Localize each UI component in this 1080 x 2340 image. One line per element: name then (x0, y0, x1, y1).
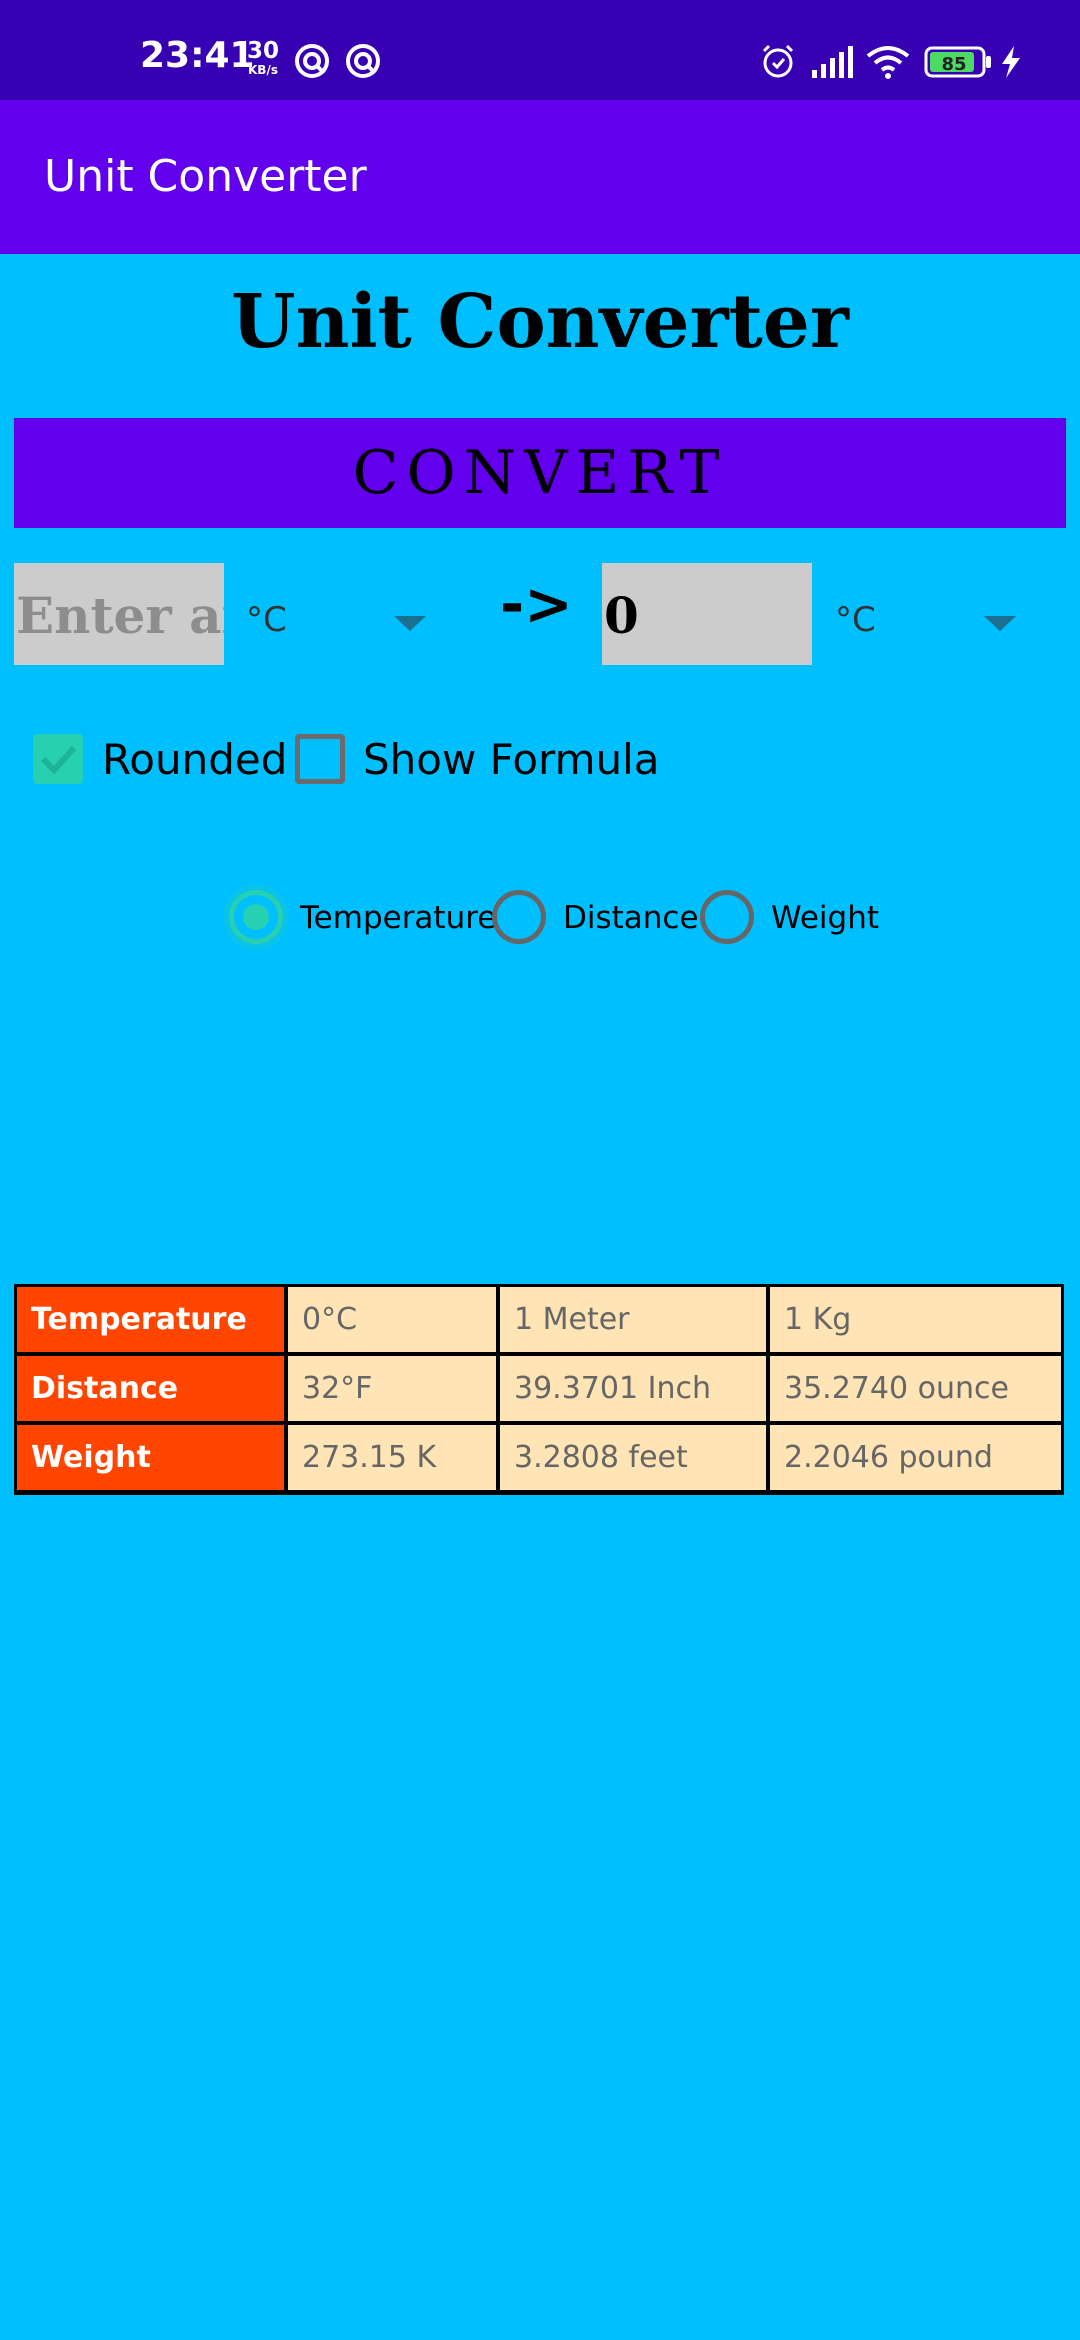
rounded-checkbox[interactable] (33, 734, 83, 784)
to-unit-spinner[interactable]: °C (835, 563, 1035, 665)
table-cell: 35.2740 ounce (770, 1356, 1061, 1421)
table-cell: 1 Meter (500, 1287, 766, 1352)
battery-level: 85 (941, 54, 966, 75)
wifi-icon (866, 46, 910, 79)
network-speed-value: 30 (246, 38, 279, 64)
dropdown-arrow-icon (394, 616, 426, 631)
radio-weight[interactable] (700, 890, 754, 944)
from-unit-value: °C (246, 600, 287, 640)
check-icon (40, 745, 77, 775)
table-cell: 3.2808 feet (500, 1425, 766, 1490)
to-value-output[interactable]: 0 (602, 563, 812, 665)
reference-table: Temperature 0°C 1 Meter 1 Kg Distance 32… (14, 1284, 1064, 1495)
show-formula-checkbox[interactable] (295, 734, 345, 784)
alarm-icon (762, 44, 794, 78)
convert-button[interactable]: CONVERT (14, 418, 1066, 528)
app-bar-title: Unit Converter (44, 151, 367, 202)
table-cell: 273.15 K (288, 1425, 496, 1490)
radio-distance[interactable] (492, 890, 546, 944)
table-cell: 32°F (288, 1356, 496, 1421)
radio-dot (243, 904, 269, 930)
radio-label-distance[interactable]: Distance (563, 900, 699, 936)
from-unit-spinner[interactable]: °C (246, 563, 446, 665)
table-row-header: Temperature (17, 1287, 284, 1352)
show-formula-label[interactable]: Show Formula (363, 736, 660, 784)
status-time: 23:41 (140, 35, 255, 76)
radio-label-temperature[interactable]: Temperature (300, 900, 496, 936)
table-cell: 0°C (288, 1287, 496, 1352)
radio-label-weight[interactable]: Weight (771, 900, 879, 936)
rounded-label[interactable]: Rounded (102, 736, 287, 784)
network-speed-unit: KB/s (248, 63, 278, 77)
table-cell: 2.2046 pound (770, 1425, 1061, 1490)
conversion-arrow: -> (500, 570, 573, 638)
status-bar: 23:41 30 KB/s 85 (0, 0, 1080, 100)
charging-icon (1002, 46, 1020, 78)
app-bar: Unit Converter (0, 100, 1080, 254)
table-cell: 1 Kg (770, 1287, 1061, 1352)
radio-temperature[interactable] (229, 890, 283, 944)
battery-icon: 85 (924, 46, 991, 78)
to-unit-value: °C (835, 600, 876, 640)
network-speed: 30 KB/s (243, 38, 283, 77)
dropdown-arrow-icon (984, 616, 1016, 631)
signal-icon (812, 46, 853, 78)
vpn-icon (295, 44, 329, 78)
page-title: Unit Converter (231, 279, 849, 365)
table-row-header: Distance (17, 1356, 284, 1421)
from-value-placeholder: Enter any (16, 586, 224, 645)
vpn-icon (346, 44, 380, 78)
table-row-header: Weight (17, 1425, 284, 1490)
table-cell: 39.3701 Inch (500, 1356, 766, 1421)
from-value-input[interactable]: Enter any (14, 563, 224, 665)
